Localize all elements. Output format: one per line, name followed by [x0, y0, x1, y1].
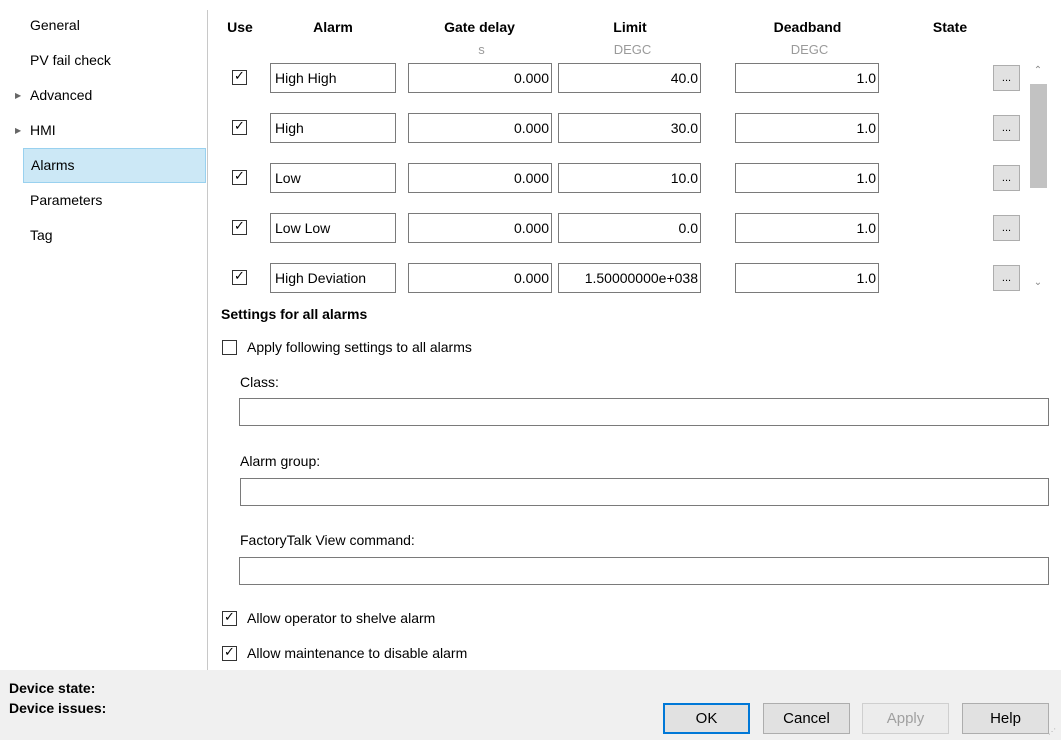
apply-button[interactable]: Apply — [862, 703, 949, 734]
limit-unit: DEGC — [613, 42, 652, 57]
dialog-footer: Device state: Device issues: OK Cancel A… — [0, 670, 1061, 740]
nav-divider — [207, 10, 208, 670]
nav-item-label: Parameters — [30, 192, 103, 208]
scroll-down-icon[interactable]: ⌄ — [1028, 274, 1048, 292]
settings-section-title: Settings for all alarms — [221, 306, 368, 322]
ok-button[interactable]: OK — [663, 703, 750, 734]
gate-delay-field[interactable]: 0.000 — [408, 113, 552, 143]
limit-field[interactable]: 1.50000000e+038 — [558, 263, 701, 293]
ftview-command-label: FactoryTalk View command: — [240, 532, 415, 548]
deadband-field[interactable]: 1.0 — [735, 263, 879, 293]
alarm-name-field[interactable]: Low Low — [270, 213, 396, 243]
limit-field[interactable]: 10.0 — [558, 163, 701, 193]
device-issues-label: Device issues: — [9, 700, 107, 716]
alarm-group-field[interactable] — [240, 478, 1049, 506]
deadband-field[interactable]: 1.0 — [735, 163, 879, 193]
use-checkbox[interactable]: ✓ — [232, 170, 247, 185]
allow-shelve-checkbox[interactable]: ✓ — [222, 611, 237, 626]
allow-disable-label: Allow maintenance to disable alarm — [247, 645, 468, 661]
state-button[interactable]: ... — [993, 165, 1020, 191]
use-checkbox[interactable]: ✓ — [232, 120, 247, 135]
gate-delay-field[interactable]: 0.000 — [408, 263, 552, 293]
column-header-state: State — [932, 19, 968, 35]
help-button[interactable]: Help — [962, 703, 1049, 734]
apply-all-label: Apply following settings to all alarms — [247, 339, 472, 355]
column-header-limit: Limit — [613, 19, 647, 35]
state-button[interactable]: ... — [993, 115, 1020, 141]
use-checkbox[interactable]: ✓ — [232, 220, 247, 235]
nav-item-label: General — [30, 17, 80, 33]
limit-field[interactable]: 40.0 — [558, 63, 701, 93]
deadband-field[interactable]: 1.0 — [735, 113, 879, 143]
gate-delay-unit: s — [478, 42, 485, 57]
use-checkbox[interactable]: ✓ — [232, 70, 247, 85]
table-row: ✓ High Deviation 0.000 1.50000000e+038 1… — [0, 263, 1061, 293]
gate-delay-field[interactable]: 0.000 — [408, 213, 552, 243]
use-checkbox[interactable]: ✓ — [232, 270, 247, 285]
column-header-alarm: Alarm — [313, 19, 353, 35]
table-scrollbar[interactable]: ⌃ ⌄ — [1028, 62, 1048, 294]
state-button[interactable]: ... — [993, 215, 1020, 241]
class-label: Class: — [240, 374, 279, 390]
allow-shelve-option[interactable]: ✓ Allow operator to shelve alarm — [222, 610, 482, 630]
apply-all-checkbox[interactable] — [222, 340, 237, 355]
deadband-field[interactable]: 1.0 — [735, 63, 879, 93]
column-header-deadband: Deadband — [773, 19, 842, 35]
alarm-group-label: Alarm group: — [240, 453, 321, 469]
allow-disable-checkbox[interactable]: ✓ — [222, 646, 237, 661]
column-header-gate-delay: Gate delay — [444, 19, 515, 35]
device-state-label: Device state: — [9, 680, 96, 696]
alarm-name-field[interactable]: High High — [270, 63, 396, 93]
state-button[interactable]: ... — [993, 65, 1020, 91]
cancel-button[interactable]: Cancel — [763, 703, 850, 734]
column-header-use: Use — [227, 19, 253, 35]
limit-field[interactable]: 30.0 — [558, 113, 701, 143]
alarm-name-field[interactable]: Low — [270, 163, 396, 193]
class-field[interactable] — [239, 398, 1049, 426]
deadband-unit: DEGC — [790, 42, 829, 57]
nav-item-general[interactable]: General — [0, 8, 207, 43]
table-row: ✓ Low 0.000 10.0 1.0 ... — [0, 163, 1061, 193]
scroll-thumb[interactable] — [1030, 84, 1047, 188]
allow-disable-option[interactable]: ✓ Allow maintenance to disable alarm — [222, 645, 502, 665]
table-row: ✓ High High 0.000 40.0 1.0 ... — [0, 63, 1061, 93]
alarm-name-field[interactable]: High Deviation — [270, 263, 396, 293]
table-row: ✓ High 0.000 30.0 1.0 ... — [0, 113, 1061, 143]
apply-all-option[interactable]: Apply following settings to all alarms — [222, 339, 522, 359]
ftview-command-field[interactable] — [239, 557, 1049, 585]
gate-delay-field[interactable]: 0.000 — [408, 163, 552, 193]
gate-delay-field[interactable]: 0.000 — [408, 63, 552, 93]
scroll-up-icon[interactable]: ⌃ — [1028, 62, 1048, 80]
limit-field[interactable]: 0.0 — [558, 213, 701, 243]
deadband-field[interactable]: 1.0 — [735, 213, 879, 243]
allow-shelve-label: Allow operator to shelve alarm — [247, 610, 436, 626]
resize-grip-icon[interactable]: ⋰ — [1048, 727, 1058, 737]
table-row: ✓ Low Low 0.000 0.0 1.0 ... — [0, 213, 1061, 243]
alarm-name-field[interactable]: High — [270, 113, 396, 143]
state-button[interactable]: ... — [993, 265, 1020, 291]
